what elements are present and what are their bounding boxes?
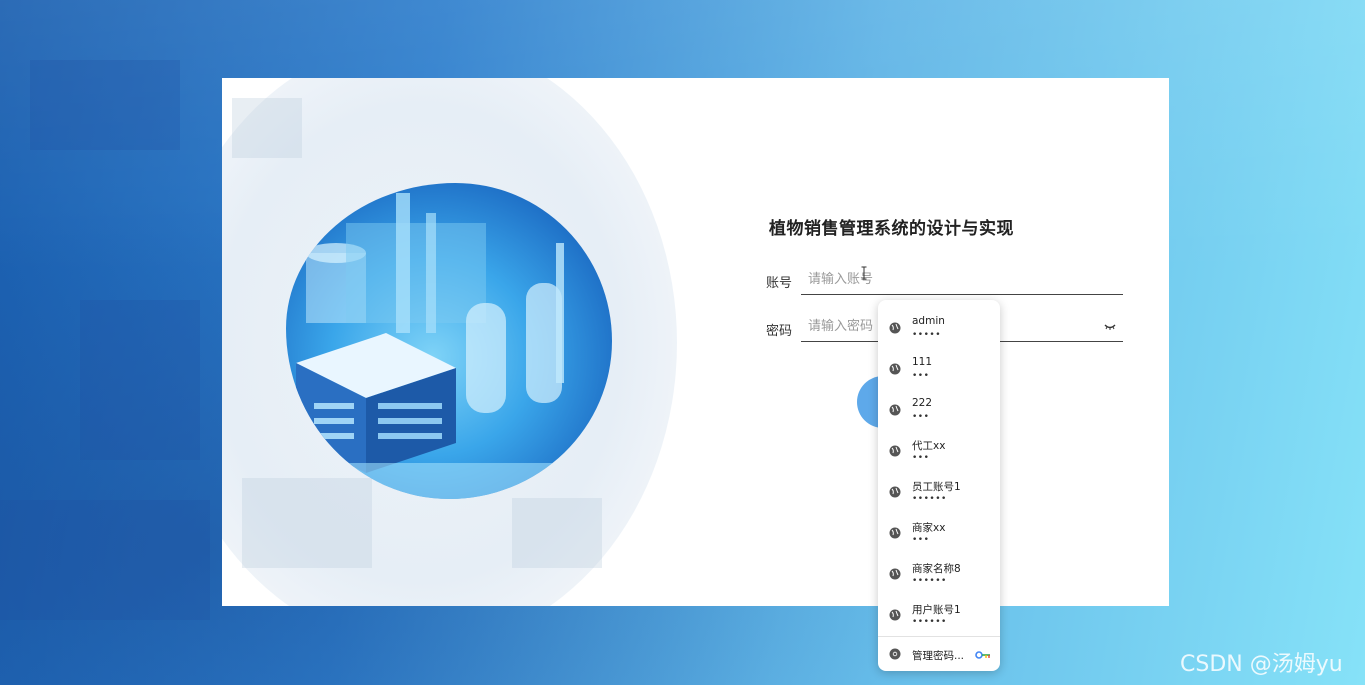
autofill-password: •••: [912, 453, 930, 463]
autofill-item[interactable]: 222 •••: [878, 387, 1000, 428]
autofill-username: 员工账号1: [912, 481, 961, 493]
globe-icon: [889, 404, 901, 416]
account-input[interactable]: [801, 265, 1123, 295]
page-title: 植物销售管理系统的设计与实现: [769, 219, 1014, 239]
globe-icon: [889, 568, 901, 580]
autofill-password: ••••••: [912, 617, 947, 627]
autofill-dropdown: admin ••••• 111 ••• 222 ••• 代工xx ••• 员工账…: [878, 300, 1000, 671]
autofill-password: •••: [912, 412, 930, 422]
autofill-username: 商家名称8: [912, 563, 961, 575]
backdrop-building: [512, 498, 602, 568]
autofill-username: 商家xx: [912, 522, 946, 534]
autofill-password: •••••: [912, 330, 942, 340]
globe-icon: [889, 363, 901, 375]
autofill-username: 222: [912, 397, 933, 409]
background-building: [80, 300, 200, 460]
autofill-username: 用户账号1: [912, 604, 961, 616]
key-icon: [975, 651, 990, 659]
autofill-item[interactable]: 用户账号1 ••••••: [878, 592, 1000, 633]
globe-icon: [889, 486, 901, 498]
autofill-item[interactable]: admin •••••: [878, 305, 1000, 346]
manage-passwords-item[interactable]: 管理密码...: [878, 643, 1000, 667]
autofill-password: •••: [912, 371, 930, 381]
autofill-item[interactable]: 111 •••: [878, 346, 1000, 387]
autofill-item[interactable]: 代工xx •••: [878, 428, 1000, 469]
autofill-username: 111: [912, 356, 933, 368]
autofill-username: admin: [912, 315, 945, 327]
login-card: 植物销售管理系统的设计与实现 账号 密码: [222, 78, 1169, 606]
autofill-password: ••••••: [912, 494, 947, 504]
globe-icon: [889, 322, 901, 334]
backdrop-building: [242, 478, 372, 568]
globe-icon: [889, 445, 901, 457]
autofill-item[interactable]: 商家名称8 ••••••: [878, 551, 1000, 592]
watermark: CSDN @汤姆yu: [1180, 652, 1343, 677]
autofill-item[interactable]: 员工账号1 ••••••: [878, 469, 1000, 510]
globe-icon: [889, 527, 901, 539]
autofill-username: 代工xx: [912, 440, 946, 452]
globe-icon: [889, 609, 901, 621]
dropdown-divider: [878, 636, 1000, 637]
manage-passwords-label: 管理密码...: [912, 650, 965, 662]
password-label: 密码: [766, 324, 793, 339]
eye-closed-icon[interactable]: [1104, 323, 1116, 331]
chrome-icon: [889, 648, 901, 660]
background-building: [30, 60, 180, 150]
account-label: 账号: [766, 276, 793, 291]
text-cursor-icon: [861, 266, 867, 280]
backdrop-building: [232, 98, 302, 158]
autofill-password: ••••••: [912, 576, 947, 586]
autofill-item[interactable]: 商家xx •••: [878, 510, 1000, 551]
autofill-password: •••: [912, 535, 930, 545]
background-building: [0, 500, 210, 620]
